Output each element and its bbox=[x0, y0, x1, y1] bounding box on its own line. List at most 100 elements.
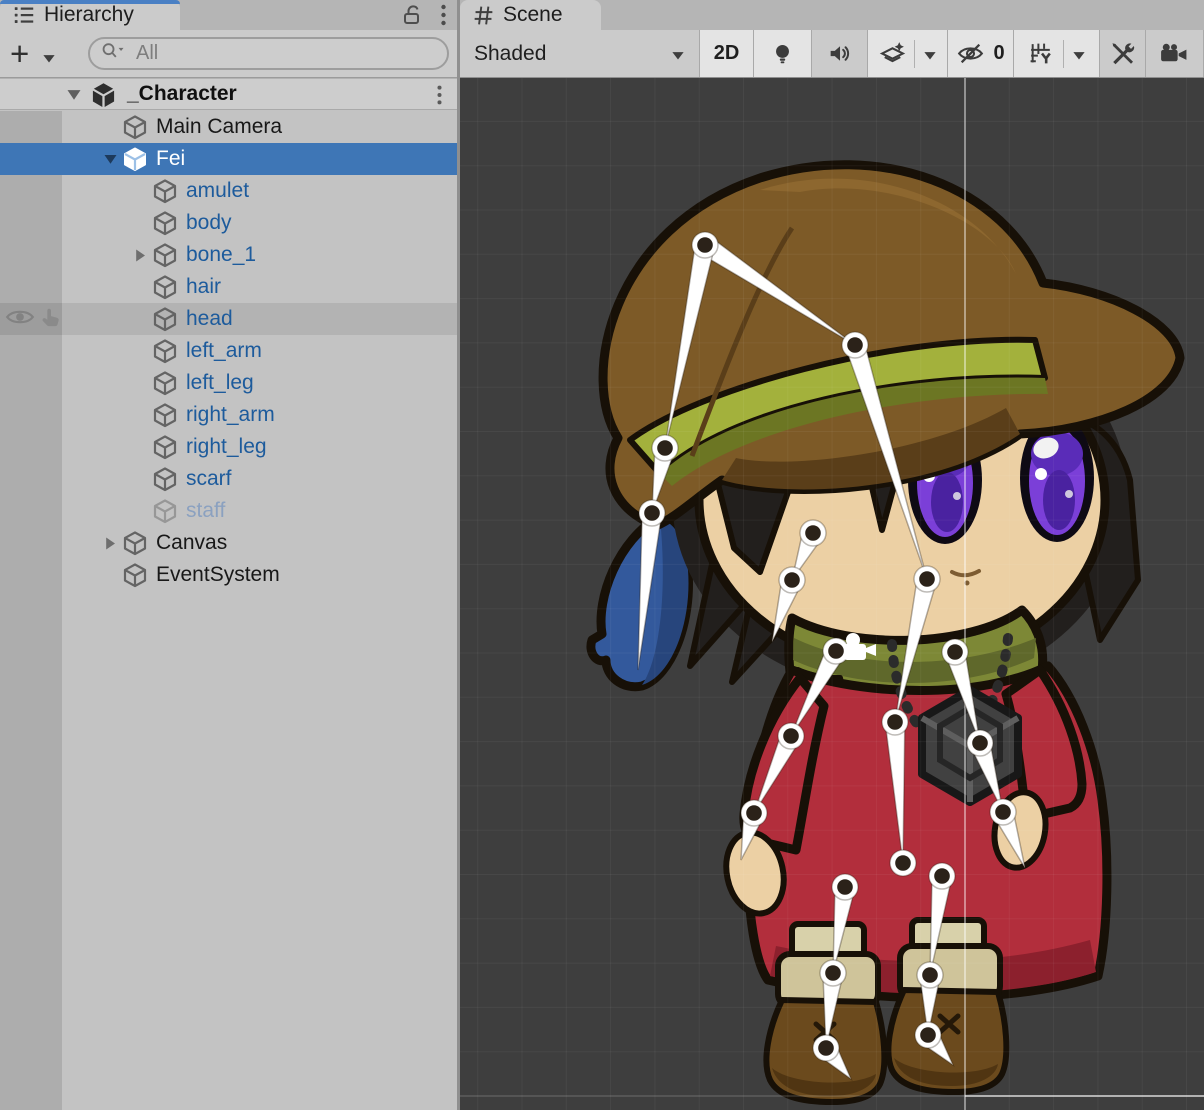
bone-gizmo[interactable] bbox=[638, 517, 661, 670]
hierarchy-search-field[interactable] bbox=[88, 37, 449, 70]
bone-gizmo[interactable] bbox=[847, 347, 927, 579]
chevron-down-icon[interactable] bbox=[1072, 42, 1086, 66]
row-content[interactable]: right_arm bbox=[62, 399, 457, 431]
bone-joint[interactable] bbox=[967, 730, 993, 756]
row-content[interactable]: hair bbox=[62, 271, 457, 303]
bone-joint[interactable] bbox=[800, 520, 826, 546]
bone-gizmo[interactable] bbox=[930, 880, 951, 975]
bone-joint[interactable] bbox=[741, 800, 767, 826]
bone-joint[interactable] bbox=[639, 500, 665, 526]
scene-foldout-icon[interactable] bbox=[66, 88, 82, 101]
row-content[interactable]: head bbox=[62, 303, 457, 335]
visibility-eye-icon[interactable] bbox=[5, 307, 35, 332]
foldout-right-icon[interactable] bbox=[128, 248, 152, 263]
bone-joint[interactable] bbox=[820, 960, 846, 986]
bone-joint[interactable] bbox=[942, 639, 968, 665]
bone-joint[interactable] bbox=[914, 566, 940, 592]
row-content[interactable]: Canvas bbox=[62, 527, 457, 559]
hierarchy-menu-kebab-icon[interactable] bbox=[440, 3, 447, 32]
foldout-right-icon[interactable] bbox=[98, 536, 122, 551]
bone-joint[interactable] bbox=[778, 723, 804, 749]
row-content[interactable]: left_leg bbox=[62, 367, 457, 399]
row-gutter[interactable] bbox=[0, 303, 62, 335]
row-content[interactable]: bone_1 bbox=[62, 239, 457, 271]
scene-name-label: _Character bbox=[127, 82, 237, 106]
chevron-down-icon[interactable] bbox=[923, 42, 937, 66]
gameobject-cube-icon bbox=[152, 370, 178, 396]
tools-toggle[interactable] bbox=[1100, 30, 1146, 77]
bone-joint[interactable] bbox=[929, 863, 955, 889]
lock-open-icon[interactable] bbox=[400, 3, 424, 32]
hierarchy-item-right-arm[interactable]: right_arm bbox=[0, 399, 457, 431]
bone-joint[interactable] bbox=[890, 850, 916, 876]
create-object-button[interactable]: + bbox=[10, 34, 29, 74]
row-content[interactable]: Main Camera bbox=[62, 111, 457, 143]
hierarchy-item-body[interactable]: body bbox=[0, 207, 457, 239]
row-content[interactable]: left_arm bbox=[62, 335, 457, 367]
item-label: scarf bbox=[186, 467, 232, 491]
bone-joint[interactable] bbox=[917, 962, 943, 988]
bone-joint[interactable] bbox=[882, 709, 908, 735]
hierarchy-item-bone-1[interactable]: bone_1 bbox=[0, 239, 457, 271]
tab-hierarchy[interactable]: Hierarchy bbox=[0, 0, 180, 30]
hierarchy-item-eventsystem[interactable]: EventSystem bbox=[0, 559, 457, 591]
search-input[interactable] bbox=[134, 41, 437, 66]
hierarchy-item-left-leg[interactable]: left_leg bbox=[0, 367, 457, 399]
bone-joint[interactable] bbox=[813, 1035, 839, 1061]
chevron-down-icon[interactable] bbox=[671, 42, 685, 66]
bone-rig-overlay[interactable] bbox=[460, 78, 1204, 1110]
row-content[interactable]: Fei bbox=[62, 143, 457, 175]
bone-joint[interactable] bbox=[842, 332, 868, 358]
item-label: left_leg bbox=[186, 371, 254, 395]
main-camera-gizmo[interactable] bbox=[844, 633, 876, 660]
effects-dropdown[interactable] bbox=[868, 30, 948, 77]
hierarchy-item-staff[interactable]: staff bbox=[0, 495, 457, 527]
bone-joint[interactable] bbox=[779, 567, 805, 593]
hierarchy-item-main-camera[interactable]: Main Camera bbox=[0, 111, 457, 143]
item-label: right_arm bbox=[186, 403, 275, 427]
scene-viewport[interactable] bbox=[460, 78, 1204, 1110]
prefab-cube-icon bbox=[122, 146, 148, 172]
tab-scene[interactable]: Scene bbox=[460, 0, 601, 30]
hierarchy-item-fei[interactable]: Fei bbox=[0, 143, 457, 175]
row-content[interactable]: amulet bbox=[62, 175, 457, 207]
audio-toggle[interactable] bbox=[812, 30, 868, 77]
hierarchy-item-amulet[interactable]: amulet bbox=[0, 175, 457, 207]
hierarchy-item-head[interactable]: head bbox=[0, 303, 457, 335]
row-content[interactable]: body bbox=[62, 207, 457, 239]
pickability-hand-icon[interactable] bbox=[40, 305, 62, 334]
bone-joint[interactable] bbox=[692, 232, 718, 258]
hidden-objects[interactable]: 0 bbox=[948, 30, 1014, 77]
shading-dropdown-label: Shaded bbox=[474, 42, 546, 66]
bone-gizmo[interactable] bbox=[947, 654, 980, 743]
row-content[interactable]: scarf bbox=[62, 463, 457, 495]
hierarchy-item-canvas[interactable]: Canvas bbox=[0, 527, 457, 559]
grid-visibility[interactable] bbox=[1014, 30, 1100, 77]
row-gutter bbox=[0, 399, 62, 431]
foldout-down-icon[interactable] bbox=[98, 153, 122, 165]
bone-joint[interactable] bbox=[652, 435, 678, 461]
hierarchy-item-scarf[interactable]: scarf bbox=[0, 463, 457, 495]
scene-grid-icon bbox=[472, 4, 495, 27]
row-content[interactable]: EventSystem bbox=[62, 559, 457, 591]
row-content[interactable]: staff bbox=[62, 495, 457, 527]
bone-joint[interactable] bbox=[832, 874, 858, 900]
gameobject-cube-icon bbox=[152, 242, 178, 268]
scene-header-row[interactable]: _Character bbox=[0, 78, 457, 110]
bone-joint[interactable] bbox=[990, 799, 1016, 825]
bone-gizmo[interactable] bbox=[895, 582, 935, 722]
create-object-caret-icon[interactable] bbox=[42, 50, 56, 68]
lighting-toggle[interactable] bbox=[754, 30, 812, 77]
hierarchy-item-hair[interactable]: hair bbox=[0, 271, 457, 303]
hierarchy-item-right-leg[interactable]: right_leg bbox=[0, 431, 457, 463]
camera-menu[interactable] bbox=[1146, 30, 1204, 77]
bone-gizmo[interactable] bbox=[665, 248, 713, 448]
2d-toggle[interactable]: 2D bbox=[700, 30, 754, 77]
scene-menu-kebab-icon[interactable] bbox=[436, 84, 443, 111]
bone-gizmo[interactable] bbox=[886, 726, 905, 863]
bone-gizmo[interactable] bbox=[704, 240, 855, 345]
hierarchy-item-left-arm[interactable]: left_arm bbox=[0, 335, 457, 367]
shading-dropdown[interactable]: Shaded bbox=[460, 30, 700, 77]
bone-joint[interactable] bbox=[915, 1022, 941, 1048]
row-content[interactable]: right_leg bbox=[62, 431, 457, 463]
